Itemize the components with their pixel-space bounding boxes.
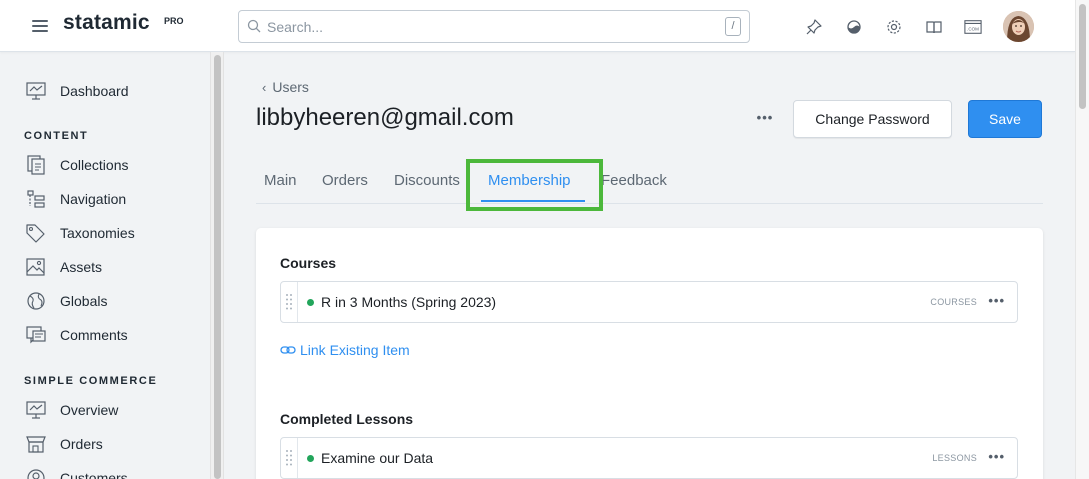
edition-badge: PRO	[164, 16, 184, 26]
sidebar-item-label: Taxonomies	[60, 225, 135, 241]
sidebar-section-heading: SIMPLE COMMERCE	[24, 375, 158, 387]
published-status-dot	[307, 455, 314, 462]
item-actions-icon[interactable]: •••	[988, 449, 1005, 464]
sidebar-scrollbar[interactable]	[210, 52, 224, 479]
taxonomies-icon	[24, 222, 48, 244]
tab-discounts[interactable]: Discounts	[394, 172, 460, 189]
save-button[interactable]: Save	[968, 100, 1042, 138]
brand-logo[interactable]: statamic	[63, 11, 150, 35]
completed-lessons-field-label: Completed Lessons	[280, 411, 414, 427]
sidebar-section-heading: CONTENT	[24, 130, 89, 142]
search-icon	[247, 19, 261, 33]
page-scrollbar[interactable]	[1075, 0, 1089, 479]
related-item-row: Examine our Data LESSONS •••	[280, 437, 1018, 479]
docs-icon[interactable]	[925, 18, 943, 36]
page-scrollbar-thumb[interactable]	[1079, 4, 1086, 109]
pin-icon[interactable]	[805, 18, 823, 36]
collection-tag: COURSES	[930, 297, 977, 307]
membership-card: Courses R in 3 Months (Spring 2023) COUR…	[256, 228, 1043, 479]
globals-icon	[24, 290, 48, 312]
site-icon[interactable]: .COM	[964, 18, 982, 36]
link-icon	[280, 346, 296, 354]
tab-feedback[interactable]: Feedback	[601, 172, 667, 189]
collections-icon	[24, 154, 48, 176]
sidebar-item-globals[interactable]: Globals	[24, 289, 107, 313]
tab-bar: Main Orders Discounts Membership Feedbac…	[256, 166, 1043, 204]
navigation-icon	[24, 188, 48, 210]
link-existing-item-button[interactable]: Link Existing Item	[280, 342, 410, 358]
sidebar-nav: Dashboard CONTENT Collections Navigation…	[0, 52, 210, 479]
sidebar-item-comments[interactable]: Comments	[24, 323, 128, 347]
hamburger-menu-icon[interactable]	[32, 20, 48, 32]
sidebar-item-label: Orders	[60, 436, 103, 452]
sidebar-item-orders[interactable]: Orders	[24, 432, 103, 456]
item-actions-icon[interactable]: •••	[988, 293, 1005, 308]
sidebar-item-navigation[interactable]: Navigation	[24, 187, 126, 211]
sidebar-item-label: Comments	[60, 327, 128, 343]
related-item-row: R in 3 Months (Spring 2023) COURSES •••	[280, 281, 1018, 323]
sidebar-item-taxonomies[interactable]: Taxonomies	[24, 221, 135, 245]
page-title: libbyheeren@gmail.com	[256, 104, 514, 131]
sidebar-item-dashboard[interactable]: Dashboard	[24, 79, 129, 103]
overview-icon	[24, 399, 48, 421]
sidebar-scrollbar-thumb[interactable]	[214, 55, 221, 479]
sidebar-item-customers[interactable]: Customers	[24, 466, 128, 479]
assets-icon	[24, 256, 48, 278]
breadcrumb[interactable]: ‹ Users	[262, 79, 309, 95]
comments-icon	[24, 324, 48, 346]
related-item-title[interactable]: R in 3 Months (Spring 2023)	[321, 294, 496, 310]
sidebar-item-label: Collections	[60, 157, 129, 173]
global-search[interactable]: /	[238, 10, 750, 43]
sidebar-item-collections[interactable]: Collections	[24, 153, 128, 177]
more-actions-icon[interactable]: •••	[754, 110, 776, 128]
tab-main[interactable]: Main	[264, 172, 297, 189]
search-input[interactable]	[267, 11, 727, 42]
related-item-title[interactable]: Examine our Data	[321, 450, 433, 466]
svg-text:.COM: .COM	[967, 27, 979, 32]
tab-orders[interactable]: Orders	[322, 172, 368, 189]
courses-field-label: Courses	[280, 255, 337, 271]
top-header: statamic PRO / .COM	[0, 0, 1075, 52]
chevron-left-icon: ‹	[262, 80, 267, 95]
link-existing-item-label: Link Existing Item	[300, 342, 410, 358]
appearance-icon[interactable]	[845, 18, 863, 36]
sidebar-item-overview[interactable]: Overview	[24, 398, 118, 422]
settings-icon[interactable]	[885, 18, 903, 36]
user-avatar[interactable]	[1003, 11, 1034, 42]
annotation-highlight-box	[466, 159, 603, 211]
dashboard-icon	[24, 80, 48, 102]
sidebar-item-label: Assets	[60, 259, 103, 275]
sidebar-item-label: Overview	[60, 402, 119, 418]
change-password-button[interactable]: Change Password	[793, 100, 952, 138]
customers-icon	[24, 467, 48, 479]
drag-handle-icon[interactable]	[281, 438, 298, 478]
sidebar-item-label: Customers	[60, 470, 128, 479]
sidebar-item-label: Dashboard	[60, 83, 129, 99]
drag-handle-icon[interactable]	[281, 282, 298, 322]
collection-tag: LESSONS	[932, 453, 977, 463]
orders-icon	[24, 433, 48, 455]
search-shortcut-key: /	[725, 17, 741, 36]
breadcrumb-label: Users	[272, 79, 309, 95]
published-status-dot	[307, 299, 314, 306]
sidebar-item-assets[interactable]: Assets	[24, 255, 102, 279]
sidebar-item-label: Navigation	[60, 191, 127, 207]
sidebar-item-label: Globals	[60, 293, 108, 309]
